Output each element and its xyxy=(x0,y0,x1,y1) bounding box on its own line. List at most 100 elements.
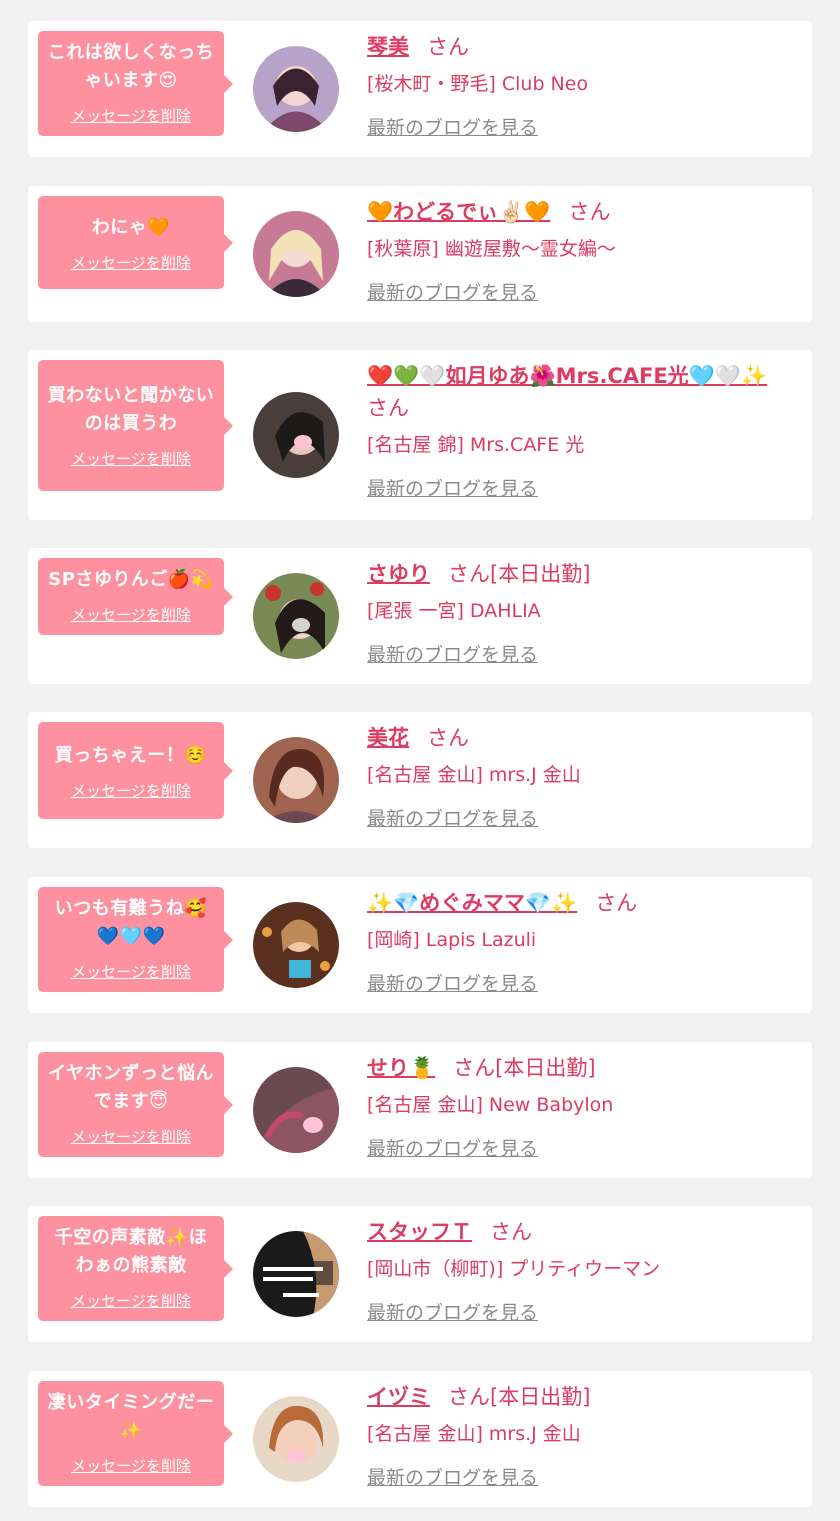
message-text: 凄いタイミングだー✨ xyxy=(47,1392,215,1441)
avatar[interactable] xyxy=(253,392,339,478)
message-card: SPさゆりんご🍎💫 メッセージを削除 さゆり さん[本日出勤] [尾張 一宮] D… xyxy=(28,548,812,684)
delete-message-link[interactable]: メッセージを削除 xyxy=(71,448,191,469)
delete-message-link[interactable]: メッセージを削除 xyxy=(71,1455,191,1476)
sender-info: さゆり さん[本日出勤] [尾張 一宮] DAHLIA 最新のブログを見る xyxy=(367,558,800,667)
shop-label: [名古屋 錦] Mrs.CAFE 光 xyxy=(367,434,585,456)
shop-label: [岡崎] Lapis Lazuli xyxy=(367,929,537,951)
sender-info: ✨💎めぐみママ💎✨ さん [岡崎] Lapis Lazuli 最新のブログを見る xyxy=(367,887,800,996)
message-bubble: 買わないと聞かないのは買うわ メッセージを削除 xyxy=(38,360,233,491)
avatar[interactable] xyxy=(253,46,339,132)
message-card: いつも有難うね🥰💙🩵💙 メッセージを削除 ✨💎めぐみママ💎✨ さん [岡崎] La… xyxy=(28,877,812,1013)
sender-name-link[interactable]: 美花 xyxy=(367,726,409,750)
shop-label: [名古屋 金山] New Babylon xyxy=(367,1094,614,1116)
avatar-image xyxy=(253,1067,339,1153)
avatar[interactable] xyxy=(253,902,339,988)
honorific: さん xyxy=(427,35,469,59)
latest-blog-link[interactable]: 最新のブログを見る xyxy=(367,1298,538,1325)
shop-label: [名古屋 金山] mrs.J 金山 xyxy=(367,1423,581,1445)
message-bubble: SPさゆりんご🍎💫 メッセージを削除 xyxy=(38,558,233,635)
delete-message-link[interactable]: メッセージを削除 xyxy=(71,961,191,982)
sender-info: 🧡わどるでぃ✌🏻🧡 さん [秋葉原] 幽遊屋敷～霊女編～ 最新のブログを見る xyxy=(367,196,800,305)
sender-name-link[interactable]: ✨💎めぐみママ💎✨ xyxy=(367,891,577,915)
latest-blog-link[interactable]: 最新のブログを見る xyxy=(367,804,538,831)
message-card: これは欲しくなっちゃいます😍 メッセージを削除 琴美 さん [桜木町・野毛] Cl… xyxy=(28,21,812,157)
latest-blog-link[interactable]: 最新のブログを見る xyxy=(367,969,538,996)
message-text: 買わないと聞かないのは買うわ xyxy=(47,385,215,434)
message-bubble: 千空の声素敵✨ほわぁの熊素敵 メッセージを削除 xyxy=(38,1216,233,1321)
honorific: さん[本日出勤] xyxy=(453,1056,596,1080)
avatar-image xyxy=(253,211,339,297)
message-bubble: これは欲しくなっちゃいます😍 メッセージを削除 xyxy=(38,31,233,136)
message-card: 買っちゃえー！☺️ メッセージを削除 美花 さん [名古屋 金山] mrs.J 金… xyxy=(28,712,812,848)
latest-blog-link[interactable]: 最新のブログを見る xyxy=(367,1463,538,1490)
sender-info: イヅミ さん[本日出勤] [名古屋 金山] mrs.J 金山 最新のブログを見る xyxy=(367,1381,800,1490)
honorific: さん[本日出勤] xyxy=(448,562,591,586)
avatar-image xyxy=(253,46,339,132)
message-text: イヤホンずっと悩んでます😇 xyxy=(48,1063,214,1112)
message-bubble: イヤホンずっと悩んでます😇 メッセージを削除 xyxy=(38,1052,233,1157)
sender-name-link[interactable]: スタッフＴ xyxy=(367,1220,472,1244)
shop-label: [桜木町・野毛] Club Neo xyxy=(367,73,589,95)
sender-name-link[interactable]: イヅミ xyxy=(367,1385,430,1409)
avatar[interactable] xyxy=(253,211,339,297)
sender-name-link[interactable]: せり🍍 xyxy=(367,1056,435,1080)
latest-blog-link[interactable]: 最新のブログを見る xyxy=(367,278,538,305)
message-bubble: 凄いタイミングだー✨ メッセージを削除 xyxy=(38,1381,233,1486)
message-card: 買わないと聞かないのは買うわ メッセージを削除 ❤️💚🤍如月ゆあ🌺Mrs.CAF… xyxy=(28,350,812,520)
message-bubble: いつも有難うね🥰💙🩵💙 メッセージを削除 xyxy=(38,887,233,992)
honorific: さん xyxy=(568,200,611,224)
message-card: わにゃ🧡 メッセージを削除 🧡わどるでぃ✌🏻🧡 さん [秋葉原] 幽遊屋敷～霊女編… xyxy=(28,186,812,322)
avatar-image xyxy=(253,392,339,478)
message-text: SPさゆりんご🍎💫 xyxy=(48,569,214,590)
avatar-image xyxy=(253,573,339,659)
avatar[interactable] xyxy=(253,1231,339,1317)
message-card: イヤホンずっと悩んでます😇 メッセージを削除 せり🍍 さん[本日出勤] [名古屋 … xyxy=(28,1042,812,1178)
latest-blog-link[interactable]: 最新のブログを見る xyxy=(367,1134,538,1161)
sender-name-link[interactable]: 琴美 xyxy=(367,35,409,59)
message-list: これは欲しくなっちゃいます😍 メッセージを削除 琴美 さん [桜木町・野毛] Cl… xyxy=(0,0,840,1521)
sender-info: ❤️💚🤍如月ゆあ🌺Mrs.CAFE光🩵🤍✨ さん [名古屋 錦] Mrs.CAFE… xyxy=(367,360,800,501)
sender-name-link[interactable]: 🧡わどるでぃ✌🏻🧡 xyxy=(367,200,550,224)
message-text: 買っちゃえー！☺️ xyxy=(54,745,208,766)
message-bubble: 買っちゃえー！☺️ メッセージを削除 xyxy=(38,722,233,819)
message-text: これは欲しくなっちゃいます😍 xyxy=(47,42,215,91)
delete-message-link[interactable]: メッセージを削除 xyxy=(71,105,191,126)
avatar-image xyxy=(253,1231,339,1317)
sender-info: せり🍍 さん[本日出勤] [名古屋 金山] New Babylon 最新のブログを… xyxy=(367,1052,800,1161)
shop-label: [尾張 一宮] DAHLIA xyxy=(367,600,541,622)
delete-message-link[interactable]: メッセージを削除 xyxy=(71,780,191,801)
avatar[interactable] xyxy=(253,573,339,659)
avatar[interactable] xyxy=(253,737,339,823)
shop-label: [秋葉原] 幽遊屋敷～霊女編～ xyxy=(367,238,616,260)
sender-name-link[interactable]: さゆり xyxy=(367,562,430,586)
honorific: さん xyxy=(427,726,469,750)
avatar-image xyxy=(253,1396,339,1482)
sender-info: 美花 さん [名古屋 金山] mrs.J 金山 最新のブログを見る xyxy=(367,722,800,831)
message-card: 千空の声素敵✨ほわぁの熊素敵 メッセージを削除 スタッフＴ さん [岡山市（柳町)… xyxy=(28,1206,812,1342)
latest-blog-link[interactable]: 最新のブログを見る xyxy=(367,113,538,140)
delete-message-link[interactable]: メッセージを削除 xyxy=(71,1290,191,1311)
sender-info: スタッフＴ さん [岡山市（柳町)] プリティウーマン 最新のブログを見る xyxy=(367,1216,800,1325)
shop-label: [岡山市（柳町)] プリティウーマン xyxy=(367,1258,661,1280)
avatar[interactable] xyxy=(253,1396,339,1482)
avatar[interactable] xyxy=(253,1067,339,1153)
honorific: さん[本日出勤] xyxy=(448,1385,591,1409)
avatar-image xyxy=(253,902,339,988)
message-text: いつも有難うね🥰💙🩵💙 xyxy=(54,898,208,947)
delete-message-link[interactable]: メッセージを削除 xyxy=(71,1126,191,1147)
message-text: わにゃ🧡 xyxy=(91,217,171,238)
honorific: さん xyxy=(595,891,638,915)
shop-label: [名古屋 金山] mrs.J 金山 xyxy=(367,764,581,786)
delete-message-link[interactable]: メッセージを削除 xyxy=(71,604,191,625)
sender-name-link[interactable]: ❤️💚🤍如月ゆあ🌺Mrs.CAFE光🩵🤍✨ xyxy=(367,364,767,388)
message-card: 凄いタイミングだー✨ メッセージを削除 イヅミ さん[本日出勤] [名古屋 金山]… xyxy=(28,1371,812,1507)
honorific: さん xyxy=(367,396,409,420)
delete-message-link[interactable]: メッセージを削除 xyxy=(71,252,191,273)
avatar-image xyxy=(253,737,339,823)
sender-info: 琴美 さん [桜木町・野毛] Club Neo 最新のブログを見る xyxy=(367,31,800,140)
message-text: 千空の声素敵✨ほわぁの熊素敵 xyxy=(54,1227,208,1276)
latest-blog-link[interactable]: 最新のブログを見る xyxy=(367,640,538,667)
honorific: さん xyxy=(490,1220,532,1244)
latest-blog-link[interactable]: 最新のブログを見る xyxy=(367,474,538,501)
message-bubble: わにゃ🧡 メッセージを削除 xyxy=(38,196,233,289)
